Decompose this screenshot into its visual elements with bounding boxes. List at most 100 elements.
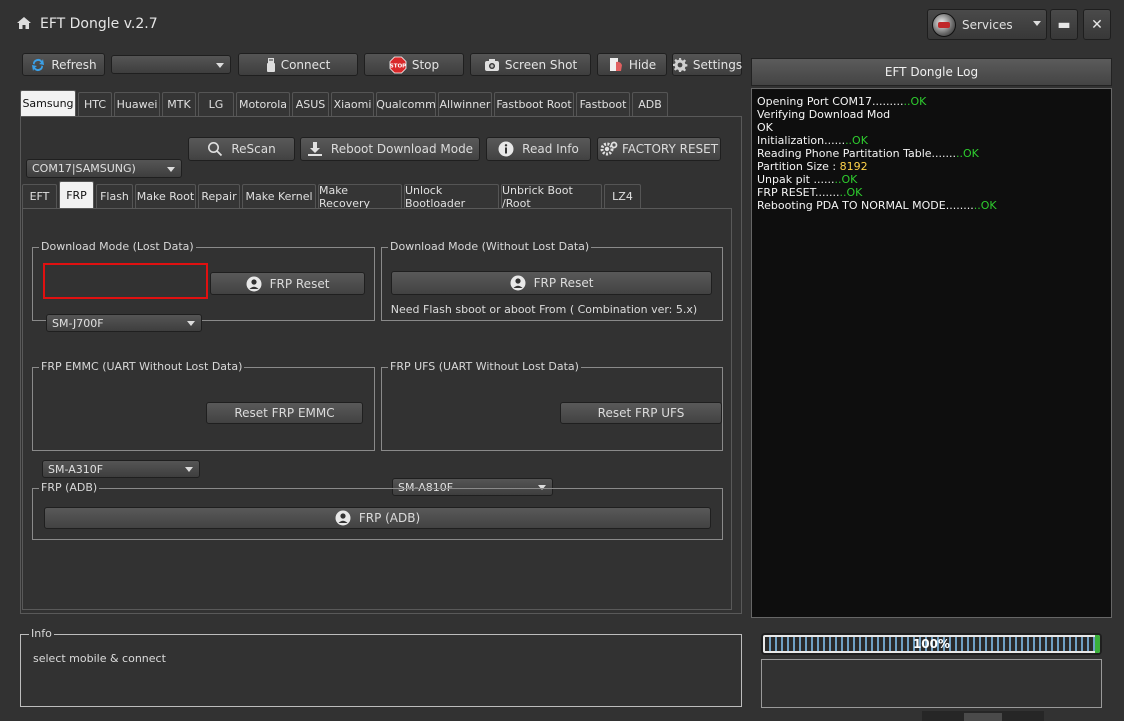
ok-status: ..OK	[973, 199, 997, 212]
stop-sign-icon: STOP	[389, 56, 407, 74]
log-line: Partition Size : 8192	[757, 160, 868, 173]
stop-sign-text: STOP	[390, 63, 406, 69]
status-box	[761, 659, 1102, 708]
chevron-down-icon	[187, 321, 195, 326]
frp-reset-lost-button[interactable]: FRP Reset	[210, 272, 365, 295]
info-text: select mobile & connect	[33, 652, 166, 665]
settings-button[interactable]: Settings	[672, 53, 742, 76]
group-title: FRP EMMC (UART Without Lost Data)	[39, 360, 245, 373]
info-group: Info	[20, 627, 742, 707]
tab-huawei[interactable]: Huawei	[114, 92, 160, 116]
tab-fastboot[interactable]: Fastboot	[576, 92, 630, 116]
log-line: Rebooting PDA TO NORMAL MODE..........OK	[757, 199, 997, 212]
log-line: Opening Port COM17...........OK	[757, 95, 927, 108]
frp-lost-model-combo[interactable]: SM-J700F	[46, 314, 202, 332]
port-combo[interactable]	[111, 55, 231, 74]
refresh-label: Refresh	[51, 57, 97, 72]
tab-fastboot-root[interactable]: Fastboot Root	[494, 92, 574, 116]
rescan-button[interactable]: ReScan	[188, 137, 295, 161]
stop-button[interactable]: STOP Stop	[364, 53, 464, 76]
subtab-repair[interactable]: Repair	[198, 184, 240, 208]
tab-allwinner[interactable]: Allwinner	[438, 92, 492, 116]
tab-adb[interactable]: ADB	[632, 92, 668, 116]
minimize-button[interactable]: ▬	[1050, 9, 1078, 40]
usb-plug-icon	[266, 57, 276, 73]
frp-lost-model-value: SM-J700F	[52, 316, 104, 330]
log-line: Initialization........OK	[757, 134, 868, 147]
reset-frp-ufs-button[interactable]: Reset FRP UFS	[560, 402, 722, 424]
log-line: FRP RESET.........OK	[757, 186, 863, 199]
app-title: EFT Dongle v.2.7	[40, 16, 158, 32]
screenshot-button[interactable]: Screen Shot	[470, 53, 591, 76]
tab-asus[interactable]: ASUS	[292, 92, 329, 116]
services-dropdown[interactable]: Services	[927, 9, 1047, 40]
close-button[interactable]: ✕	[1083, 9, 1111, 40]
log-title: EFT Dongle Log	[751, 58, 1112, 86]
camera-icon	[484, 58, 500, 72]
tab-motorola[interactable]: Motorola	[236, 92, 290, 116]
download-icon	[307, 141, 323, 157]
log-line: Unpak pit ........OK	[757, 173, 858, 186]
hide-button[interactable]: Hide	[597, 53, 667, 76]
subtab-lz4[interactable]: LZ4	[604, 184, 641, 208]
log-line: OK	[757, 121, 773, 134]
screenshot-label: Screen Shot	[504, 57, 578, 72]
reboot-download-label: Reboot Download Mode	[330, 142, 474, 156]
info-icon	[498, 141, 514, 157]
subtab-make-kernel[interactable]: Make Kernel	[242, 184, 316, 208]
gears-icon	[600, 141, 618, 157]
subtab-flash[interactable]: Flash	[96, 184, 133, 208]
frp-adb-button[interactable]: FRP (ADB)	[44, 507, 711, 529]
scroll-thumb[interactable]	[964, 713, 1002, 721]
stop-label: Stop	[411, 57, 440, 72]
group-title: Download Mode (Without Lost Data)	[388, 240, 592, 253]
rescan-label: ReScan	[231, 142, 276, 156]
tab-htc[interactable]: HTC	[78, 92, 112, 116]
tab-xiaomi[interactable]: Xiaomi	[331, 92, 374, 116]
user-icon	[510, 275, 526, 291]
user-icon	[246, 276, 262, 292]
highlight-box	[43, 263, 208, 299]
tab-samsung[interactable]: Samsung	[20, 90, 76, 116]
read-info-button[interactable]: Read Info	[486, 137, 591, 161]
gear-icon	[672, 57, 688, 73]
frp-adb-label: FRP (ADB)	[358, 511, 421, 525]
read-info-label: Read Info	[522, 142, 579, 156]
services-label: Services	[962, 17, 1013, 32]
subtab-eft[interactable]: EFT	[22, 184, 57, 208]
frp-emmc-model-value: SM-A310F	[48, 462, 104, 476]
home-icon	[16, 16, 32, 30]
search-icon	[207, 141, 223, 157]
chevron-down-icon	[1033, 21, 1041, 26]
factory-reset-button[interactable]: FACTORY RESET	[597, 137, 721, 161]
factory-reset-label: FACTORY RESET	[621, 142, 719, 156]
refresh-icon	[30, 57, 46, 73]
tab-mtk[interactable]: MTK	[162, 92, 196, 116]
reboot-download-button[interactable]: Reboot Download Mode	[300, 137, 480, 161]
log-line: Reading Phone Partitation Table.........…	[757, 147, 979, 160]
hide-label: Hide	[628, 57, 657, 72]
tab-qualcomm[interactable]: Qualcomm	[376, 92, 436, 116]
frp-reset-no-lost-button[interactable]: FRP Reset	[391, 271, 712, 295]
subtab-make-recovery[interactable]: Make Recovery	[318, 184, 402, 210]
reset-frp-emmc-button[interactable]: Reset FRP EMMC	[206, 402, 363, 424]
group-title: Download Mode (Lost Data)	[39, 240, 196, 253]
subtab-unbrick-boot[interactable]: Unbrick Boot /Root	[501, 184, 602, 210]
subtab-unlock-bootloader[interactable]: Unlock Bootloader	[404, 184, 499, 210]
log-output: Opening Port COM17...........OK Verifyin…	[751, 88, 1112, 618]
ok-status: ..OK	[903, 95, 927, 108]
progress-label: 100%	[912, 637, 951, 651]
tab-lg[interactable]: LG	[198, 92, 234, 116]
connect-button[interactable]: Connect	[238, 53, 358, 76]
eft-logo-icon	[932, 12, 956, 37]
refresh-button[interactable]: Refresh	[22, 53, 105, 76]
partition-size-value: 8192	[839, 160, 868, 173]
chevron-down-icon	[167, 166, 175, 172]
scroll-track[interactable]	[922, 711, 1044, 721]
info-title: Info	[29, 627, 54, 640]
subtab-make-root[interactable]: Make Root	[135, 184, 196, 208]
flash-note: Need Flash sboot or aboot From ( Combina…	[390, 303, 698, 316]
device-port-combo[interactable]: COM17|SAMSUNG)	[26, 159, 182, 178]
subtab-frp[interactable]: FRP	[59, 181, 94, 208]
frp-emmc-model-combo[interactable]: SM-A310F	[42, 460, 200, 478]
